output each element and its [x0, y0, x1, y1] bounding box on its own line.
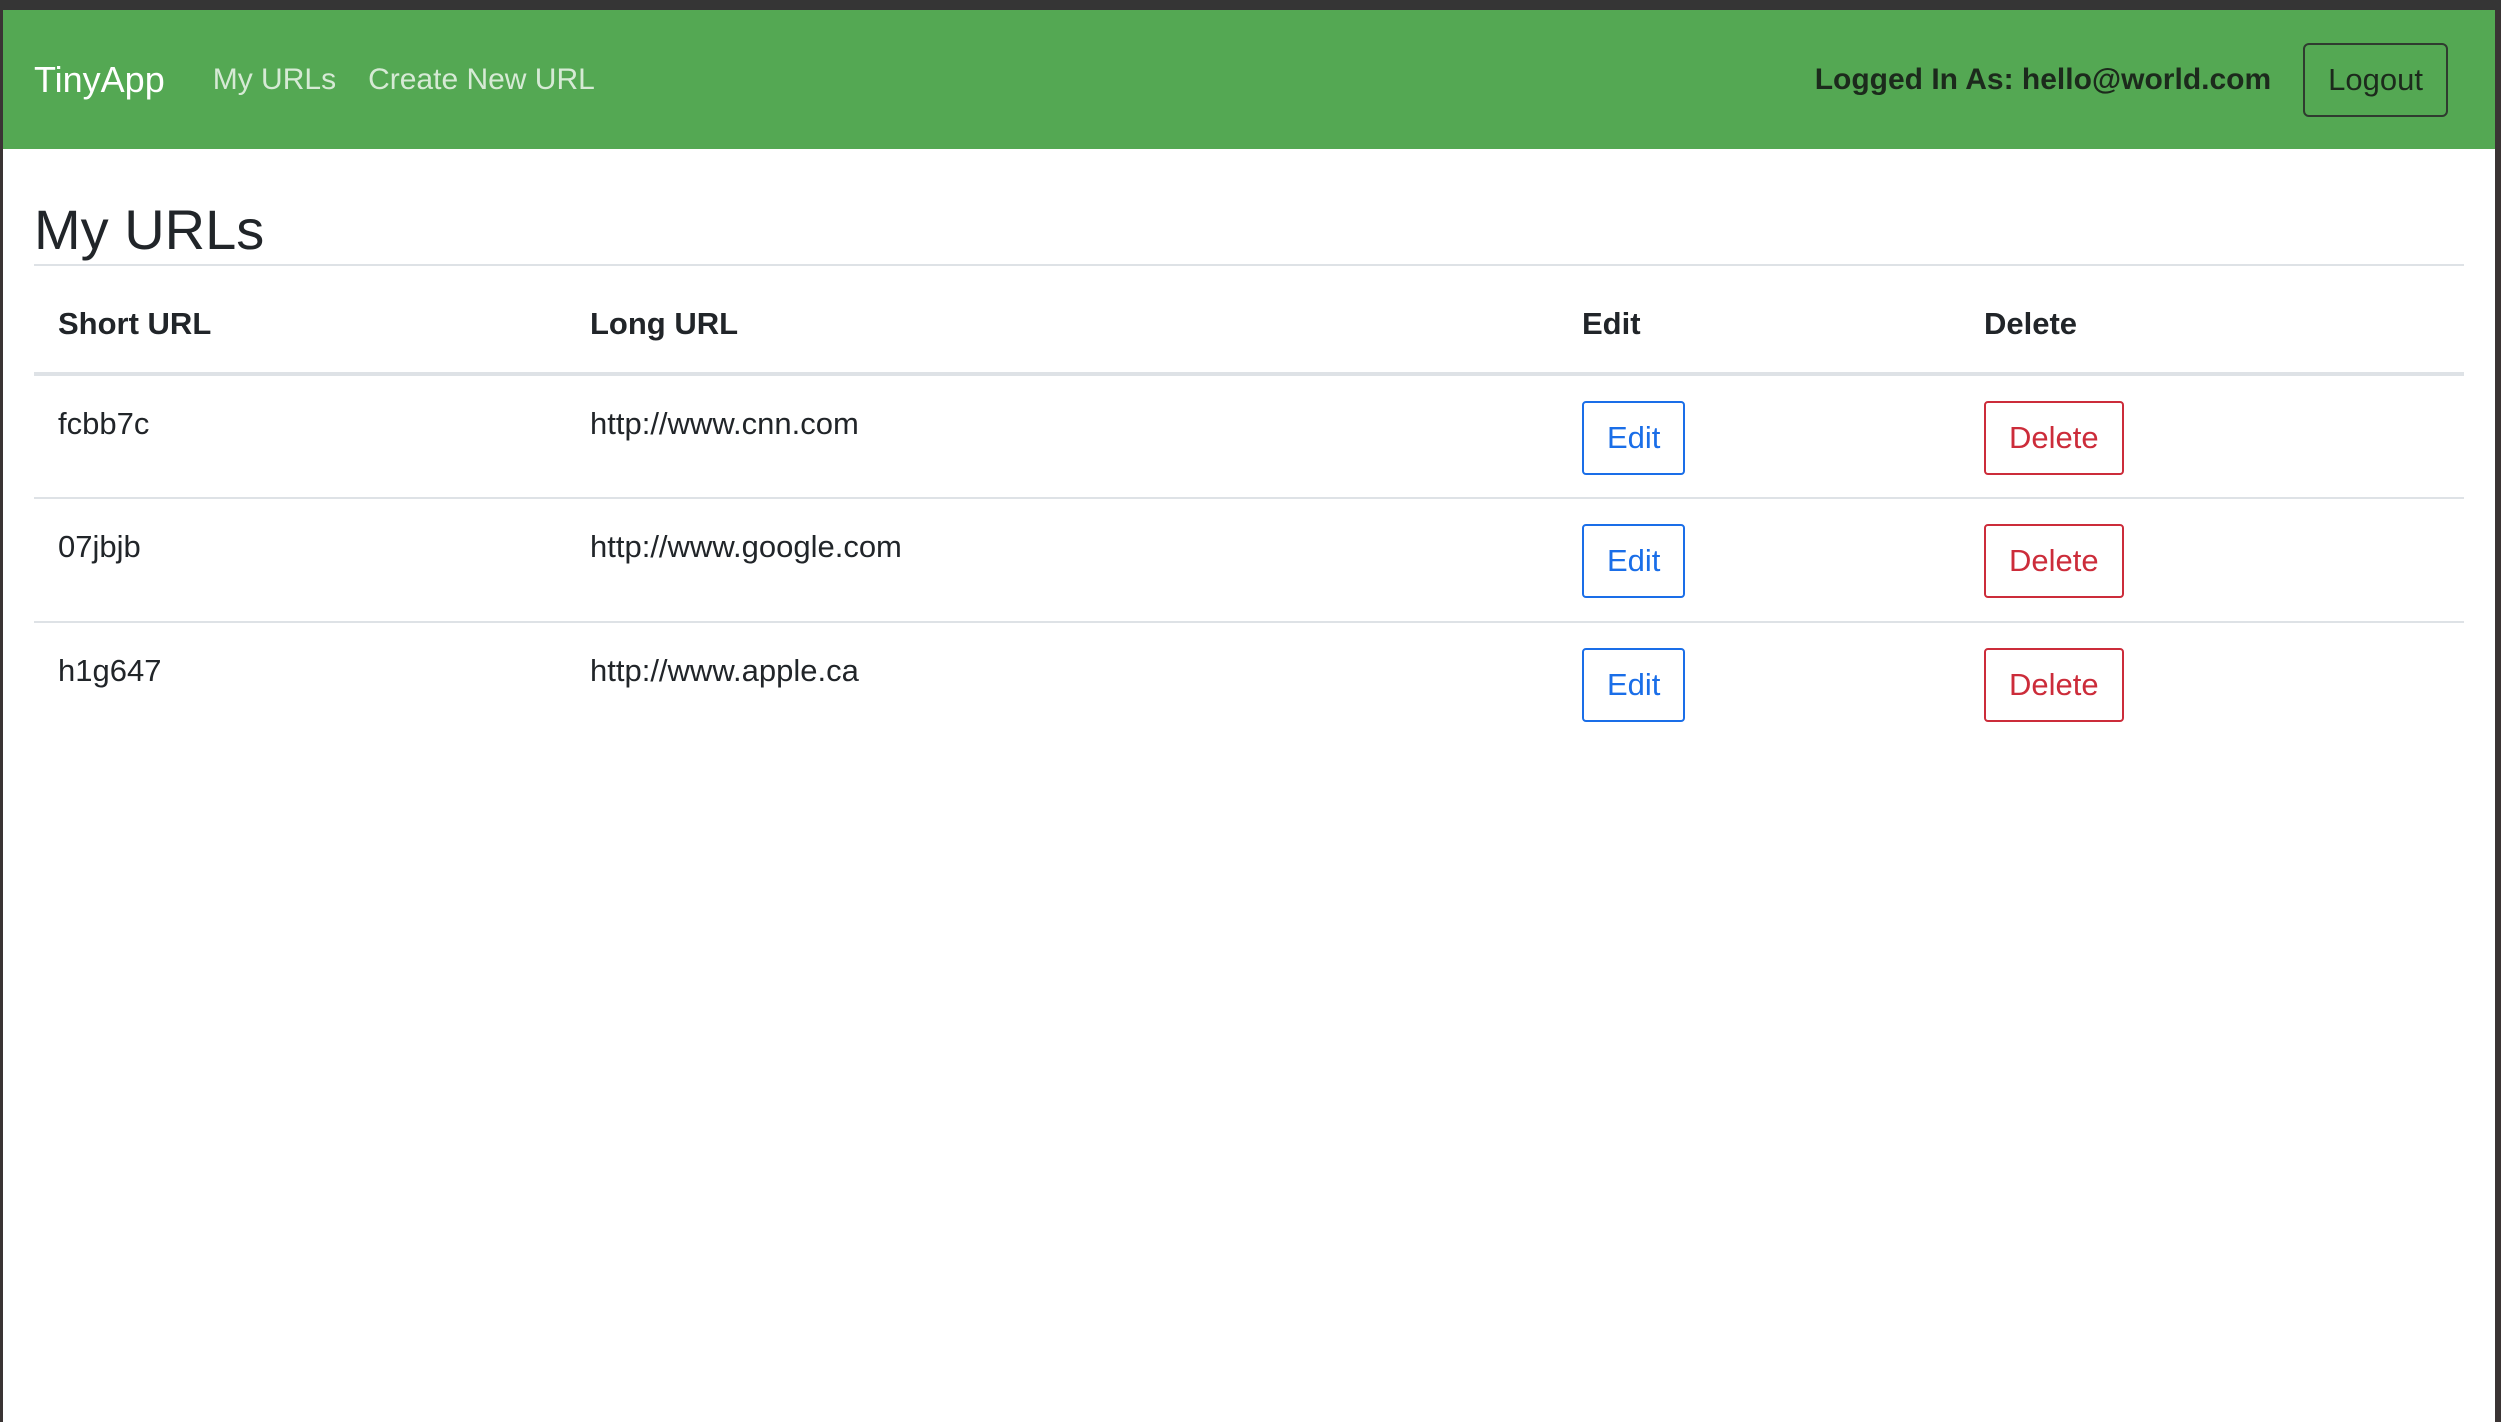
short-url-text: h1g647: [58, 653, 162, 688]
nav-link-create-new-url[interactable]: Create New URL: [368, 63, 595, 97]
column-header-delete: Delete: [1960, 276, 2464, 376]
long-url-cell: http://www.apple.ca: [566, 622, 1558, 746]
edit-cell: Edit: [1558, 498, 1960, 623]
title-divider: [34, 264, 2464, 266]
window-top-strip: [0, 0, 2501, 10]
edit-cell: Edit: [1558, 622, 1960, 746]
table-row: fcbb7c http://www.cnn.com Edit Delete: [34, 374, 2464, 499]
navbar-user-area: Logged In As: hello@world.com Logout: [1815, 43, 2448, 117]
long-url-text: http://www.cnn.com: [590, 406, 859, 441]
delete-cell: Delete: [1960, 498, 2464, 623]
delete-cell: Delete: [1960, 374, 2464, 499]
edit-button[interactable]: Edit: [1582, 401, 1686, 475]
delete-button[interactable]: Delete: [1984, 524, 2124, 598]
short-url-text: 07jbjb: [58, 529, 141, 564]
delete-button[interactable]: Delete: [1984, 648, 2124, 722]
urls-table: Short URL Long URL Edit Delete fcbb7c ht…: [34, 276, 2464, 746]
brand-link[interactable]: TinyApp: [34, 59, 165, 101]
navbar: TinyApp My URLs Create New URL Logged In…: [3, 10, 2495, 149]
logout-button[interactable]: Logout: [2303, 43, 2448, 117]
short-url-cell: 07jbjb: [34, 498, 566, 623]
long-url-text: http://www.apple.ca: [590, 653, 859, 688]
delete-cell: Delete: [1960, 622, 2464, 746]
browser-window: TinyApp My URLs Create New URL Logged In…: [3, 10, 2495, 1422]
column-header-short-url: Short URL: [34, 276, 566, 376]
edit-button[interactable]: Edit: [1582, 524, 1686, 598]
nav-link-my-urls[interactable]: My URLs: [213, 63, 336, 97]
table-row: 07jbjb http://www.google.com Edit Delete: [34, 498, 2464, 623]
edit-button[interactable]: Edit: [1582, 648, 1686, 722]
long-url-cell: http://www.google.com: [566, 498, 1558, 623]
long-url-cell: http://www.cnn.com: [566, 374, 1558, 499]
long-url-text: http://www.google.com: [590, 529, 902, 564]
page-title: My URLs: [34, 198, 265, 261]
logged-in-status: Logged In As: hello@world.com: [1814, 63, 2272, 96]
main-content: My URLs: [34, 149, 2464, 265]
table-row: h1g647 http://www.apple.ca Edit Delete: [34, 622, 2464, 746]
delete-button[interactable]: Delete: [1984, 401, 2124, 475]
short-url-cell: h1g647: [34, 622, 566, 746]
table-header-row: Short URL Long URL Edit Delete: [34, 276, 2464, 376]
column-header-long-url: Long URL: [566, 276, 1558, 376]
short-url-text: fcbb7c: [58, 406, 150, 441]
short-url-cell: fcbb7c: [34, 374, 566, 499]
edit-cell: Edit: [1558, 374, 1960, 499]
column-header-edit: Edit: [1558, 276, 1960, 376]
